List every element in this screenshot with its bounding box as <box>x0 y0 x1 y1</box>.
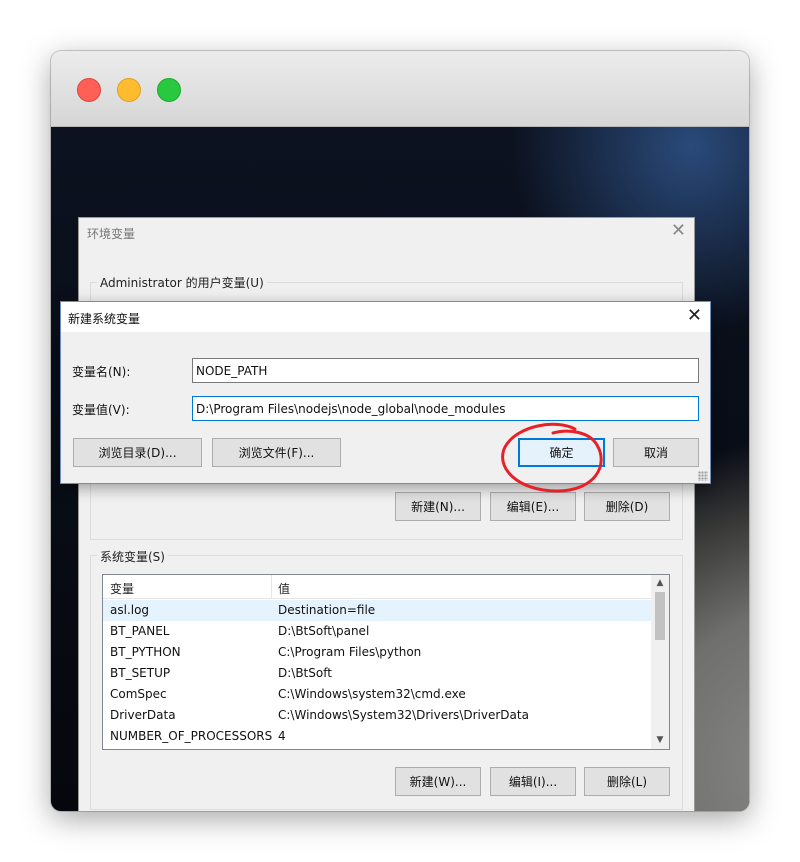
table-row[interactable]: ComSpec C:\Windows\system32\cmd.exe <box>103 684 651 705</box>
variable-value-label: 变量值(V): <box>72 403 130 417</box>
variable-name: BT_PYTHON <box>110 645 181 659</box>
variable-value: C:\Program Files\python <box>278 645 422 659</box>
close-icon[interactable]: ✕ <box>687 306 702 326</box>
variable-name: NUMBER_OF_PROCESSORS <box>110 729 273 743</box>
browse-file-button[interactable]: 浏览文件(F)... <box>212 438 341 467</box>
resize-grip-icon[interactable] <box>698 471 708 481</box>
variable-name: BT_PANEL <box>110 624 170 638</box>
table-row[interactable]: DriverData C:\Windows\System32\Drivers\D… <box>103 705 651 726</box>
variable-value: D:\BtSoft <box>278 666 332 680</box>
close-window-button[interactable] <box>77 78 101 102</box>
variable-value: C:\Windows\system32\cmd.exe <box>278 687 466 701</box>
system-variables-label: 系统变量(S) <box>97 548 168 565</box>
table-row[interactable]: BT_PANEL D:\BtSoft\panel <box>103 621 651 642</box>
user-edit-button[interactable]: 编辑(E)... <box>490 492 576 521</box>
user-variables-label: Administrator 的用户变量(U) <box>97 274 267 291</box>
mac-window: 环境变量 ✕ Administrator 的用户变量(U) 新建(N)... 编… <box>51 51 749 811</box>
variable-value-input[interactable]: D:\Program Files\nodejs\node_global\node… <box>192 396 699 421</box>
system-new-button[interactable]: 新建(W)... <box>395 767 481 796</box>
table-row[interactable]: BT_SETUP D:\BtSoft <box>103 663 651 684</box>
desktop-background: 环境变量 ✕ Administrator 的用户变量(U) 新建(N)... 编… <box>51 127 749 811</box>
zoom-window-button[interactable] <box>157 78 181 102</box>
browse-directory-button[interactable]: 浏览目录(D)... <box>73 438 202 467</box>
list-header: 变量 值 <box>103 575 651 599</box>
system-variables-list[interactable]: 变量 值 asl.log Destination=file BT_PANEL D… <box>102 574 670 750</box>
table-row[interactable]: NUMBER_OF_PROCESSORS 4 <box>103 726 651 747</box>
red-circle-annotation <box>501 422 603 493</box>
variable-value: 4 <box>278 729 286 743</box>
user-new-button[interactable]: 新建(N)... <box>395 492 481 521</box>
variable-name-input[interactable]: NODE_PATH <box>192 358 699 383</box>
system-edit-button[interactable]: 编辑(I)... <box>490 767 576 796</box>
table-row[interactable]: asl.log Destination=file <box>103 600 651 621</box>
variable-name: asl.log <box>110 603 150 617</box>
user-delete-button[interactable]: 删除(D) <box>584 492 670 521</box>
dialog-title: 新建系统变量 <box>68 312 141 326</box>
table-row[interactable]: BT_PYTHON C:\Program Files\python <box>103 642 651 663</box>
variable-value: Destination=file <box>278 603 376 617</box>
variable-name: BT_SETUP <box>110 666 171 680</box>
cancel-button[interactable]: 取消 <box>613 438 699 467</box>
vertical-scrollbar[interactable]: ▲ ▼ <box>651 575 669 749</box>
variable-value: C:\Windows\System32\Drivers\DriverData <box>278 708 529 722</box>
scroll-down-icon[interactable]: ▼ <box>651 732 669 749</box>
scrollbar-thumb[interactable] <box>655 592 665 640</box>
system-delete-button[interactable]: 删除(L) <box>584 767 670 796</box>
column-header-name[interactable]: 变量 <box>110 580 134 597</box>
dialog-titlebar[interactable]: 新建系统变量 ✕ <box>61 302 710 332</box>
column-divider[interactable] <box>271 575 272 599</box>
mac-titlebar <box>51 51 749 127</box>
variable-value: D:\BtSoft\panel <box>278 624 370 638</box>
variable-name: ComSpec <box>110 687 167 701</box>
close-icon[interactable]: ✕ <box>671 221 686 241</box>
variable-name-label: 变量名(N): <box>72 365 131 379</box>
scroll-up-icon[interactable]: ▲ <box>651 575 669 592</box>
variable-name: DriverData <box>110 708 176 722</box>
new-system-variable-dialog: 新建系统变量 ✕ 变量名(N): NODE_PATH 变量值(V): D:\Pr… <box>60 301 711 484</box>
column-header-value[interactable]: 值 <box>278 580 290 597</box>
minimize-window-button[interactable] <box>117 78 141 102</box>
dialog-title: 环境变量 <box>87 227 136 241</box>
